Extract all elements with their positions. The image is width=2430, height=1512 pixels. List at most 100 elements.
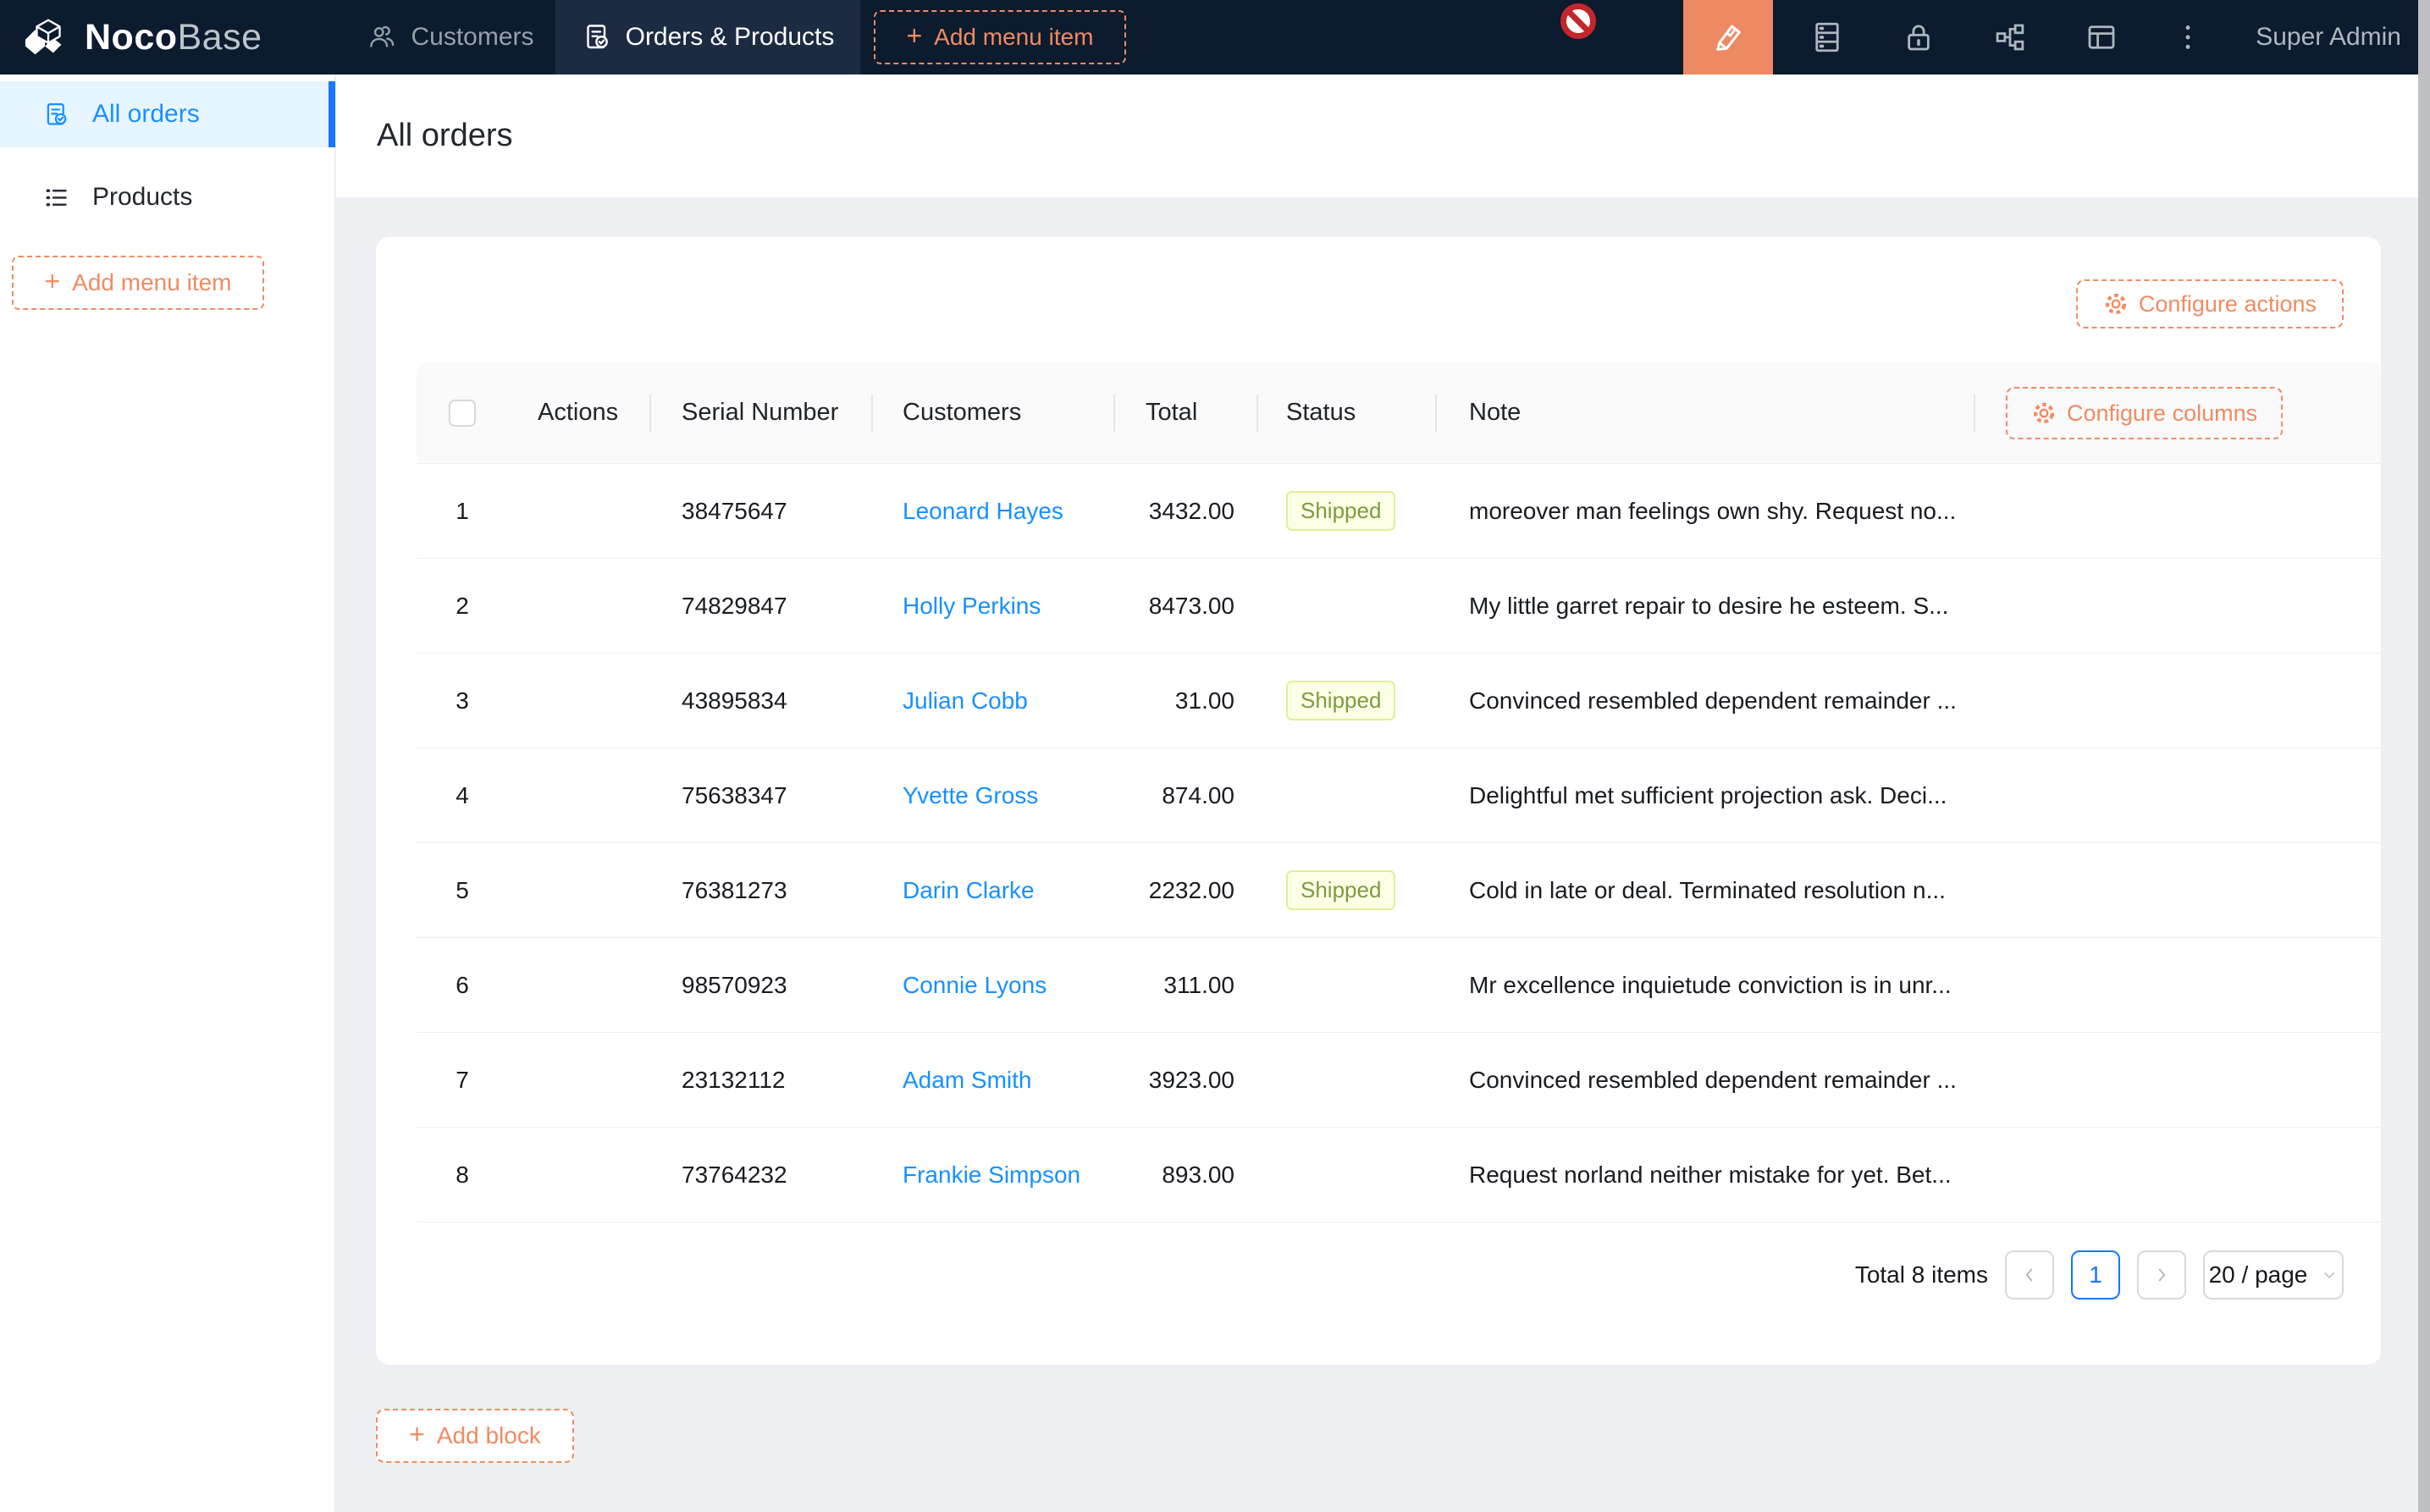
layout-button[interactable] xyxy=(2059,0,2144,74)
plus-icon: + xyxy=(906,22,922,49)
table-row: 5 76381273 Darin Clarke 2232.00 Shipped … xyxy=(417,843,2381,938)
cell-actions xyxy=(508,843,651,937)
cell-actions xyxy=(508,938,651,1032)
user-menu[interactable]: Super Admin xyxy=(2256,0,2401,74)
sidebar: All orders Products + Add menu item xyxy=(0,74,335,1512)
table-row: 8 73764232 Frankie Simpson 893.00 Reques… xyxy=(417,1128,2381,1222)
apartment-button[interactable] xyxy=(1968,0,2052,74)
table-toolbar: Configure actions xyxy=(376,237,2381,362)
cell-note: Convinced resembled dependent remainder … xyxy=(1437,1033,1975,1127)
nav-tab-orders-products[interactable]: Orders & Products xyxy=(555,0,860,74)
customer-link[interactable]: Holly Perkins xyxy=(903,593,1041,620)
header-cell-status: Status xyxy=(1258,362,1437,463)
cell-note: Mr excellence inquietude conviction is i… xyxy=(1437,938,1975,1032)
cell-serial-number: 43895834 xyxy=(651,654,873,748)
cell-status xyxy=(1258,1128,1437,1222)
logo-mark-icon xyxy=(24,16,73,58)
table-body: 1 38475647 Leonard Hayes 3432.00 Shipped… xyxy=(417,464,2381,1222)
cell-index: 8 xyxy=(417,1128,508,1222)
customer-link[interactable]: Frankie Simpson xyxy=(903,1162,1080,1189)
cell-index: 5 xyxy=(417,843,508,937)
cell-note: moreover man feelings own shy. Request n… xyxy=(1437,464,1975,558)
cell-actions xyxy=(508,1033,651,1127)
cell-index: 4 xyxy=(417,748,508,842)
cell-status xyxy=(1258,938,1437,1032)
sidebar-item-products[interactable]: Products xyxy=(0,164,335,230)
sidebar-add-menu-item-button[interactable]: + Add menu item xyxy=(12,256,264,310)
more-icon xyxy=(2170,19,2206,55)
cell-total: 893.00 xyxy=(1115,1128,1258,1222)
add-block-button[interactable]: + Add block xyxy=(376,1409,574,1463)
lock-button[interactable] xyxy=(1876,0,1961,74)
configure-columns-button[interactable]: Configure columns xyxy=(2006,387,2283,439)
customer-link[interactable]: Adam Smith xyxy=(903,1067,1032,1094)
table-row: 3 43895834 Julian Cobb 31.00 Shipped Con… xyxy=(417,654,2381,748)
customer-link[interactable]: Julian Cobb xyxy=(903,687,1028,715)
chevron-left-icon xyxy=(2020,1266,2039,1284)
nav-tab-customers[interactable]: Customers xyxy=(345,0,555,74)
customer-link[interactable]: Darin Clarke xyxy=(903,877,1035,904)
topbar-add-menu-item-button[interactable]: + Add menu item xyxy=(874,10,1126,64)
table-row: 7 23132112 Adam Smith 3923.00 Convinced … xyxy=(417,1033,2381,1128)
header-cell-actions: Actions xyxy=(508,362,651,463)
table-row: 1 38475647 Leonard Hayes 3432.00 Shipped… xyxy=(417,464,2381,559)
cell-total: 311.00 xyxy=(1115,938,1258,1032)
page-title: All orders xyxy=(377,118,513,154)
file-done-icon xyxy=(582,22,612,52)
status-badge: Shipped xyxy=(1286,491,1395,531)
plus-icon: + xyxy=(44,268,60,295)
app-root: NocoBase Customers Orders & Products + A… xyxy=(0,0,2430,1512)
cell-actions xyxy=(508,654,651,748)
plus-icon: + xyxy=(409,1421,425,1448)
pagination-page-1[interactable]: 1 xyxy=(2071,1250,2120,1300)
cell-serial-number: 76381273 xyxy=(651,843,873,937)
pagination-next-button[interactable] xyxy=(2137,1250,2186,1300)
select-all-checkbox[interactable] xyxy=(449,400,476,427)
cell-design xyxy=(1975,1128,2381,1222)
cell-actions xyxy=(508,1128,651,1222)
cell-index: 6 xyxy=(417,938,508,1032)
lock-icon xyxy=(1901,19,1936,55)
table-row: 4 75638347 Yvette Gross 874.00 Delightfu… xyxy=(417,748,2381,843)
header-cell-design: Configure columns xyxy=(1975,362,2381,463)
more-button[interactable] xyxy=(2146,0,2230,74)
customer-link[interactable]: Leonard Hayes xyxy=(903,498,1063,525)
cell-status: Shipped xyxy=(1258,464,1437,558)
cell-serial-number: 23132112 xyxy=(651,1033,873,1127)
pagination-prev-button[interactable] xyxy=(2005,1250,2054,1300)
nav-tab-label: Customers xyxy=(411,23,533,52)
cell-status xyxy=(1258,748,1437,842)
gear-icon xyxy=(2031,400,2057,426)
configure-actions-button[interactable]: Configure actions xyxy=(2076,279,2344,328)
cell-note: Cold in late or deal. Terminated resolut… xyxy=(1437,843,1975,937)
page-size-select[interactable]: 20 / page xyxy=(2203,1250,2344,1300)
pen-icon xyxy=(1710,19,1746,55)
ui-editor-pen-button[interactable] xyxy=(1683,0,1773,74)
header-cell-serial-number: Serial Number xyxy=(651,362,873,463)
vertical-scrollbar[interactable] xyxy=(2418,0,2430,1512)
cell-serial-number: 38475647 xyxy=(651,464,873,558)
customer-link[interactable]: Yvette Gross xyxy=(903,782,1038,809)
logo-text-light: Base xyxy=(178,17,262,58)
layout-icon xyxy=(2084,19,2119,55)
customer-link[interactable]: Connie Lyons xyxy=(903,972,1047,999)
cell-customer: Julian Cobb xyxy=(873,654,1115,748)
table-row: 6 98570923 Connie Lyons 311.00 Mr excell… xyxy=(417,938,2381,1033)
apartment-icon xyxy=(1992,19,2028,55)
cell-design xyxy=(1975,938,2381,1032)
nav-tab-label: Orders & Products xyxy=(626,23,835,52)
table-block-card: Configure actions Actions Serial Number … xyxy=(376,237,2381,1365)
cell-total: 8473.00 xyxy=(1115,559,1258,653)
content-area: Configure actions Actions Serial Number … xyxy=(336,197,2430,1512)
header-cell-note: Note xyxy=(1437,362,1975,463)
database-button[interactable] xyxy=(1785,0,1869,74)
cell-total: 3923.00 xyxy=(1115,1033,1258,1127)
cell-total: 2232.00 xyxy=(1115,843,1258,937)
cell-actions xyxy=(508,748,651,842)
cell-design xyxy=(1975,464,2381,558)
sidebar-item-all-orders[interactable]: All orders xyxy=(0,81,335,147)
page-header: All orders xyxy=(336,74,2430,197)
unordered-list-icon xyxy=(42,184,70,212)
cell-status xyxy=(1258,559,1437,653)
cell-customer: Holly Perkins xyxy=(873,559,1115,653)
